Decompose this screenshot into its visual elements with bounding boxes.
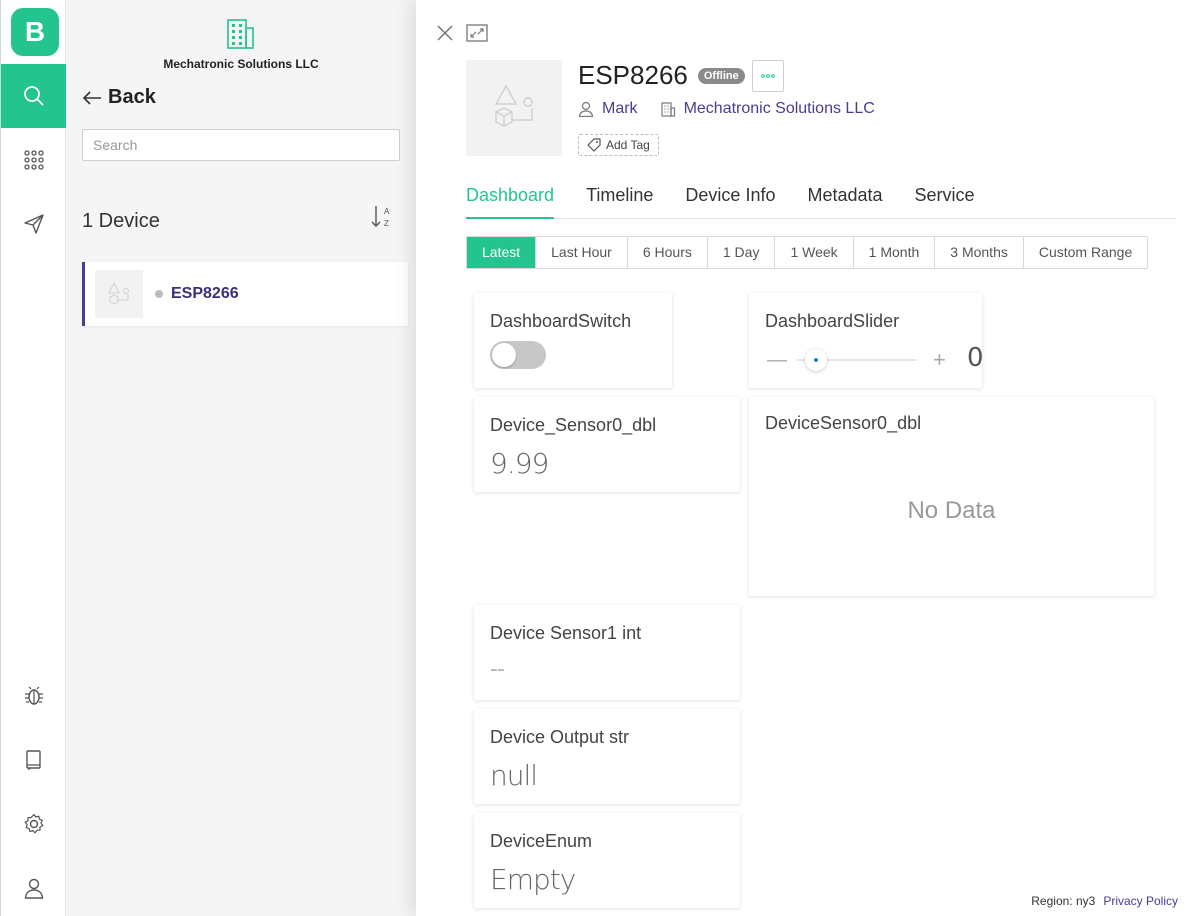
widget-title: DashboardSlider — [765, 311, 900, 331]
sort-label-a: A — [384, 207, 390, 216]
book-icon — [26, 750, 41, 770]
widget-title: Device Sensor1 int — [490, 623, 642, 643]
output-widget: Device Output str null — [474, 709, 740, 804]
widget-value: -- — [490, 657, 505, 682]
settings-nav-button[interactable] — [1, 792, 67, 856]
apps-nav-button[interactable] — [1, 128, 67, 192]
device-list-item-name: ESP8266 — [171, 285, 239, 302]
sort-alpha-icon: A Z — [371, 206, 390, 228]
search-input[interactable] — [82, 129, 400, 161]
gear-icon — [24, 813, 44, 834]
left-rail: B — [0, 0, 67, 916]
time-range-selector: Latest Last Hour 6 Hours 1 Day 1 Week 1 … — [466, 236, 1149, 269]
back-label: Back — [108, 86, 156, 108]
send-icon — [24, 214, 44, 234]
expand-icon[interactable] — [466, 24, 488, 42]
widget-value: Empty — [490, 863, 576, 896]
tag-icon — [587, 138, 601, 152]
range-1-week[interactable]: 1 Week — [774, 237, 853, 268]
device-tabs: Dashboard Timeline Device Info Metadata … — [466, 182, 1176, 219]
widget-value: 9.99 — [490, 447, 549, 480]
sensor0-chart-widget: DeviceSensor0_dbl No Data — [749, 397, 1154, 596]
organization-name: Mechatronic Solutions LLC — [163, 57, 319, 71]
back-button[interactable]: Back — [82, 86, 156, 109]
sensor0-value-widget: Device_Sensor0_dbl 9.99 — [474, 397, 740, 492]
device-name: ESP8266 — [578, 60, 688, 90]
device-list-item[interactable]: ESP8266 — [82, 262, 408, 326]
device-placeholder-icon — [108, 281, 129, 305]
slider-handle[interactable] — [805, 349, 827, 371]
user-icon — [24, 878, 44, 899]
device-status-dot — [155, 290, 163, 298]
app-logo[interactable]: B — [11, 8, 59, 56]
add-tag-label: Add Tag — [606, 138, 650, 152]
tab-metadata[interactable]: Metadata — [807, 182, 882, 219]
profile-nav-button[interactable] — [1, 856, 67, 916]
widget-title: DeviceSensor0_dbl — [765, 413, 922, 433]
widget-title: DashboardSwitch — [490, 311, 632, 331]
status-badge: Offline — [697, 67, 745, 84]
bug-icon — [25, 686, 43, 705]
building-icon — [660, 102, 675, 117]
region-label: Region: ny3 — [1031, 894, 1096, 908]
user-icon — [578, 101, 594, 117]
owner-link[interactable]: Mark — [602, 100, 638, 118]
widget-value: null — [490, 759, 538, 792]
organization-link[interactable]: Mechatronic Solutions LLC — [684, 100, 875, 118]
device-thumbnail — [95, 270, 143, 318]
add-tag-button[interactable]: Add Tag — [578, 134, 659, 156]
search-icon — [24, 86, 44, 106]
widget-title: DeviceEnum — [490, 831, 593, 851]
footer: Region: ny3 Privacy Policy — [1031, 894, 1178, 908]
tab-timeline[interactable]: Timeline — [586, 182, 653, 219]
device-count: 1 Device — [82, 210, 160, 232]
panel-controls — [436, 24, 488, 42]
dashboard-switch-toggle[interactable] — [490, 341, 546, 369]
range-last-hour[interactable]: Last Hour — [535, 237, 627, 268]
slider-widget: DashboardSlider — + 0 — [749, 293, 984, 388]
widget-title: Device Output str — [490, 727, 630, 747]
messages-nav-button[interactable] — [1, 192, 67, 256]
slider-control: — + 0 — [767, 343, 984, 375]
close-icon[interactable] — [436, 24, 454, 42]
device-title: ESP8266 Offline — [578, 60, 745, 91]
sensor1-widget: Device Sensor1 int -- — [474, 605, 740, 700]
organization-building-icon — [224, 16, 256, 55]
device-placeholder-icon — [494, 84, 533, 127]
slider-value: 0 — [967, 343, 984, 373]
search-nav-button[interactable] — [1, 64, 67, 128]
grid-icon — [24, 150, 44, 170]
device-owner-row: Mark Mechatronic Solutions LLC — [578, 100, 875, 118]
no-data-label: No Data — [907, 497, 996, 524]
arrow-left-icon — [82, 90, 101, 105]
more-dots-icon — [761, 74, 775, 78]
docs-nav-button[interactable] — [1, 728, 67, 792]
tab-service[interactable]: Service — [915, 182, 975, 219]
sort-label-z: Z — [384, 219, 389, 228]
range-latest[interactable]: Latest — [467, 237, 536, 268]
switch-widget: DashboardSwitch — [474, 293, 672, 388]
range-1-month[interactable]: 1 Month — [852, 237, 935, 268]
more-actions-button[interactable] — [752, 60, 784, 92]
bug-nav-button[interactable] — [1, 664, 67, 728]
tab-device-info[interactable]: Device Info — [685, 182, 775, 219]
range-6-hours[interactable]: 6 Hours — [626, 237, 707, 268]
tab-dashboard[interactable]: Dashboard — [466, 182, 555, 219]
privacy-policy-link[interactable]: Privacy Policy — [1103, 894, 1178, 908]
slider-increment-button[interactable]: + — [933, 347, 946, 373]
range-1-day[interactable]: 1 Day — [706, 237, 775, 268]
toggle-knob — [492, 343, 516, 367]
range-custom[interactable]: Custom Range — [1022, 237, 1148, 268]
enum-widget: DeviceEnum Empty — [474, 813, 740, 908]
widget-title: Device_Sensor0_dbl — [490, 415, 657, 435]
slider-decrement-button[interactable]: — — [767, 349, 787, 372]
sort-button[interactable]: A Z — [370, 204, 394, 235]
range-3-months[interactable]: 3 Months — [934, 237, 1023, 268]
device-image — [466, 60, 562, 156]
